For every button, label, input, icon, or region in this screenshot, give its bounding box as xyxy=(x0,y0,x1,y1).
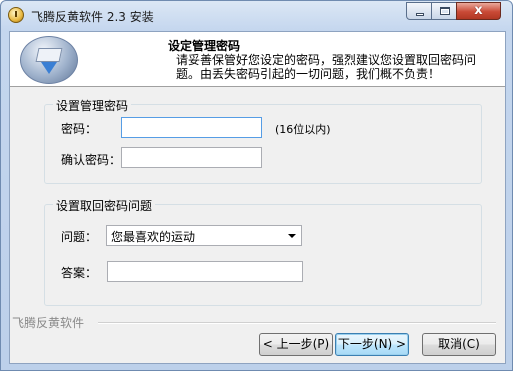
page-title: 设定管理密码 xyxy=(168,39,241,53)
maximize-icon xyxy=(440,7,450,15)
disk-download-icon xyxy=(20,36,78,84)
password-field[interactable] xyxy=(121,117,262,138)
password-label: 密码： xyxy=(61,122,98,136)
next-button[interactable]: 下一步(N) > xyxy=(335,333,409,356)
window-title: 飞腾反黄软件 2.3 安装 xyxy=(31,10,154,24)
download-arrow-icon xyxy=(41,62,57,74)
footer-divider xyxy=(98,322,496,324)
minimize-button[interactable] xyxy=(406,2,432,20)
title-bar[interactable]: 飞腾反黄软件 2.3 安装 x xyxy=(1,1,512,31)
installer-app-icon xyxy=(8,7,24,23)
maximize-button[interactable] xyxy=(431,2,457,20)
wizard-header: 设定管理密码 请妥善保管好您设定的密码，强烈建议您设置取回密码问题。由丢失密码引… xyxy=(10,32,505,87)
recovery-question-group: 设置取回密码问题 xyxy=(44,197,482,306)
question-dropdown[interactable]: 您最喜欢的运动 xyxy=(106,225,302,246)
brand-label: 飞腾反黄软件 xyxy=(12,316,85,330)
wizard-page: 设定管理密码 请妥善保管好您设定的密码，强烈建议您设置取回密码问题。由丢失密码引… xyxy=(9,31,506,364)
question-selected-value: 您最喜欢的运动 xyxy=(111,230,196,244)
confirm-password-field[interactable] xyxy=(121,147,262,168)
chevron-down-icon[interactable] xyxy=(288,234,296,238)
confirm-password-label: 确认密码： xyxy=(61,153,122,167)
logo-plate xyxy=(35,48,63,62)
minimize-icon xyxy=(416,13,424,16)
question-label: 问题： xyxy=(61,230,98,244)
cancel-button[interactable]: 取消(C) xyxy=(422,333,496,356)
answer-label: 答案： xyxy=(61,266,98,280)
password-length-hint: (16位以内) xyxy=(275,123,331,136)
back-button[interactable]: < 上一步(P) xyxy=(259,333,333,356)
page-description: 请妥善保管好您设定的密码，强烈建议您设置取回密码问题。由丢失密码引起的一切问题，… xyxy=(176,53,477,81)
close-button[interactable]: x xyxy=(456,2,501,20)
close-icon: x xyxy=(474,3,483,18)
installer-window: 飞腾反黄软件 2.3 安装 x 设定管理密码 请妥善保管好您设定的密码，强烈建议… xyxy=(0,0,513,371)
password-group-legend: 设置管理密码 xyxy=(53,97,132,114)
password-group: 设置管理密码 xyxy=(44,97,482,184)
answer-field[interactable] xyxy=(107,261,303,282)
recovery-group-legend: 设置取回密码问题 xyxy=(53,197,156,214)
